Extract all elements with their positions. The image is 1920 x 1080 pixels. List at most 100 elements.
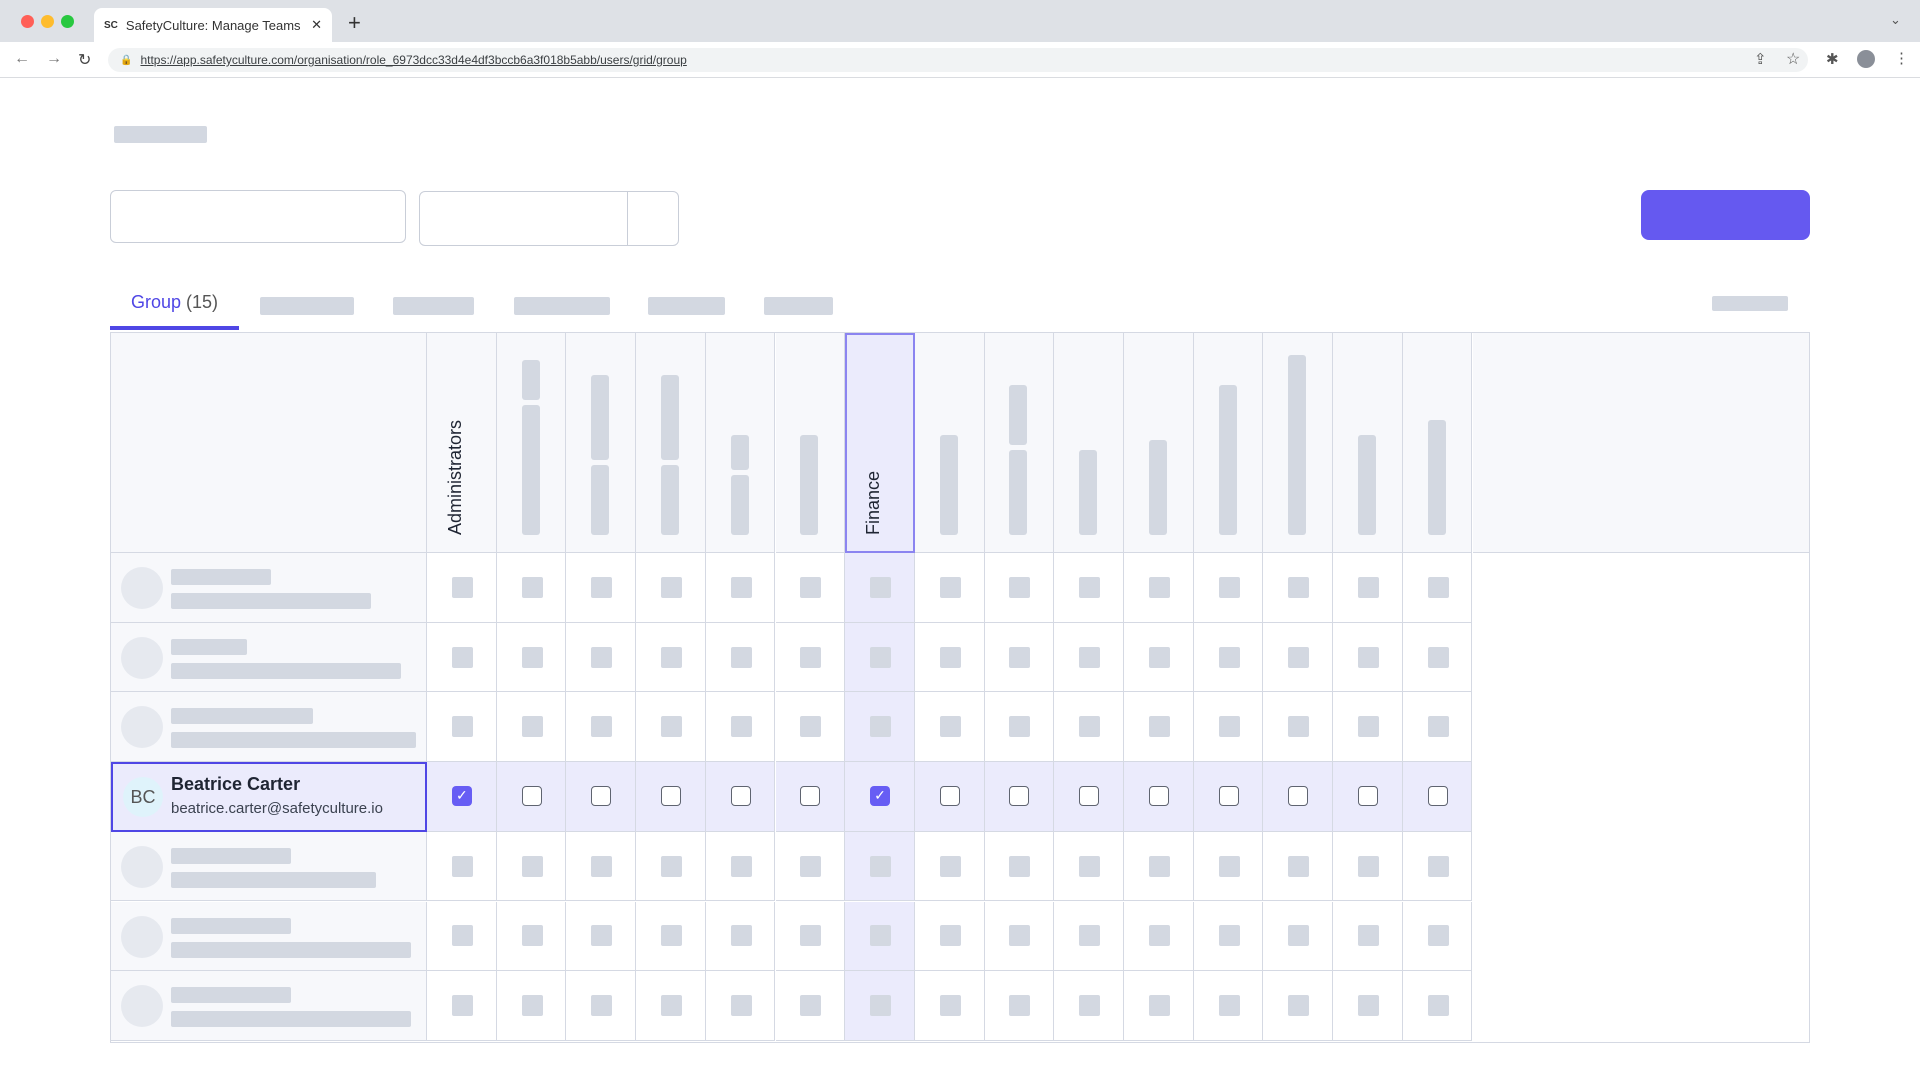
membership-cell[interactable] [1403, 971, 1473, 1041]
membership-cell[interactable] [427, 692, 497, 762]
membership-cell[interactable] [566, 832, 636, 902]
bookmark-star-icon[interactable]: ☆ [1786, 49, 1800, 69]
membership-cell[interactable] [1333, 553, 1403, 623]
membership-cell[interactable] [915, 902, 985, 972]
membership-cell[interactable] [427, 902, 497, 972]
membership-cell[interactable] [985, 971, 1055, 1041]
column-header[interactable] [1124, 333, 1194, 553]
membership-cell[interactable] [1403, 623, 1473, 693]
checkbox-unchecked[interactable] [591, 786, 611, 806]
membership-cell[interactable] [1054, 553, 1124, 623]
checkbox-unchecked[interactable] [1288, 786, 1308, 806]
primary-action-button[interactable] [1641, 190, 1810, 240]
share-icon[interactable]: ⇪ [1754, 50, 1767, 68]
membership-cell[interactable] [1124, 553, 1194, 623]
close-window-button[interactable] [21, 15, 34, 28]
membership-cell[interactable] [1054, 692, 1124, 762]
checkbox-unchecked[interactable] [1358, 786, 1378, 806]
checkbox-unchecked[interactable] [522, 786, 542, 806]
column-header[interactable] [1333, 333, 1403, 553]
membership-cell[interactable] [985, 902, 1055, 972]
membership-cell[interactable] [915, 553, 985, 623]
membership-cell[interactable] [1124, 623, 1194, 693]
membership-cell[interactable] [1054, 971, 1124, 1041]
membership-cell[interactable] [706, 971, 776, 1041]
membership-cell[interactable] [1124, 902, 1194, 972]
membership-cell[interactable] [636, 692, 706, 762]
membership-cell[interactable] [1054, 902, 1124, 972]
membership-cell[interactable] [915, 692, 985, 762]
column-header[interactable] [776, 333, 846, 553]
membership-cell[interactable] [915, 623, 985, 693]
membership-cell[interactable] [706, 902, 776, 972]
membership-cell[interactable] [776, 553, 846, 623]
membership-cell[interactable] [1263, 832, 1333, 902]
membership-cell[interactable] [845, 902, 915, 972]
membership-cell[interactable] [915, 762, 985, 832]
membership-cell[interactable] [1333, 692, 1403, 762]
profile-avatar-icon[interactable] [1857, 50, 1875, 68]
membership-cell[interactable] [1333, 902, 1403, 972]
user-row-skeleton[interactable] [111, 553, 427, 623]
forward-icon[interactable]: → [46, 50, 62, 68]
membership-cell[interactable] [915, 832, 985, 902]
checkbox-unchecked[interactable] [800, 786, 820, 806]
checkbox-unchecked[interactable] [1009, 786, 1029, 806]
column-header[interactable] [497, 333, 567, 553]
membership-cell[interactable] [776, 692, 846, 762]
checkbox-unchecked[interactable] [731, 786, 751, 806]
column-header[interactable] [706, 333, 776, 553]
membership-cell[interactable] [1054, 623, 1124, 693]
membership-cell[interactable] [776, 762, 846, 832]
column-header[interactable]: Administrators [427, 333, 497, 553]
membership-cell[interactable] [497, 623, 567, 693]
user-row-skeleton[interactable] [111, 692, 427, 762]
membership-cell[interactable] [985, 623, 1055, 693]
membership-cell[interactable] [985, 692, 1055, 762]
membership-cell[interactable] [497, 902, 567, 972]
checkbox-unchecked[interactable] [940, 786, 960, 806]
membership-cell[interactable] [566, 971, 636, 1041]
membership-cell[interactable] [1194, 971, 1264, 1041]
column-header[interactable] [566, 333, 636, 553]
membership-cell[interactable] [566, 692, 636, 762]
membership-cell[interactable] [566, 762, 636, 832]
membership-cell[interactable] [1263, 553, 1333, 623]
membership-cell[interactable]: ✓ [427, 762, 497, 832]
membership-cell[interactable] [566, 902, 636, 972]
column-header[interactable] [915, 333, 985, 553]
membership-cell[interactable] [1124, 762, 1194, 832]
membership-cell[interactable] [1333, 832, 1403, 902]
membership-cell[interactable] [1333, 762, 1403, 832]
membership-cell[interactable]: ✓ [845, 762, 915, 832]
membership-cell[interactable] [845, 553, 915, 623]
membership-cell[interactable] [845, 832, 915, 902]
membership-cell[interactable] [636, 623, 706, 693]
tab-list-chevron-icon[interactable]: ⌄ [1890, 12, 1901, 28]
column-header[interactable] [1194, 333, 1264, 553]
checkbox-unchecked[interactable] [1149, 786, 1169, 806]
column-header[interactable] [636, 333, 706, 553]
reload-icon[interactable]: ↻ [78, 50, 91, 70]
membership-cell[interactable] [985, 553, 1055, 623]
minimize-window-button[interactable] [41, 15, 54, 28]
membership-cell[interactable] [427, 971, 497, 1041]
membership-cell[interactable] [1124, 832, 1194, 902]
user-row-skeleton[interactable] [111, 971, 427, 1041]
membership-cell[interactable] [636, 971, 706, 1041]
membership-cell[interactable] [427, 553, 497, 623]
tab-skeleton[interactable] [648, 297, 725, 315]
membership-cell[interactable] [985, 762, 1055, 832]
membership-cell[interactable] [497, 553, 567, 623]
membership-cell[interactable] [1403, 902, 1473, 972]
membership-cell[interactable] [427, 623, 497, 693]
user-row-skeleton[interactable] [111, 623, 427, 693]
toolbar-link-skeleton[interactable] [1712, 296, 1788, 311]
tab-skeleton[interactable] [393, 297, 474, 315]
membership-cell[interactable] [497, 762, 567, 832]
filter-select[interactable] [419, 191, 679, 246]
url-field[interactable]: 🔒 https://app.safetyculture.com/organisa… [108, 48, 1808, 72]
checkbox-checked[interactable]: ✓ [870, 786, 890, 806]
membership-cell[interactable] [636, 553, 706, 623]
membership-cell[interactable] [1403, 832, 1473, 902]
